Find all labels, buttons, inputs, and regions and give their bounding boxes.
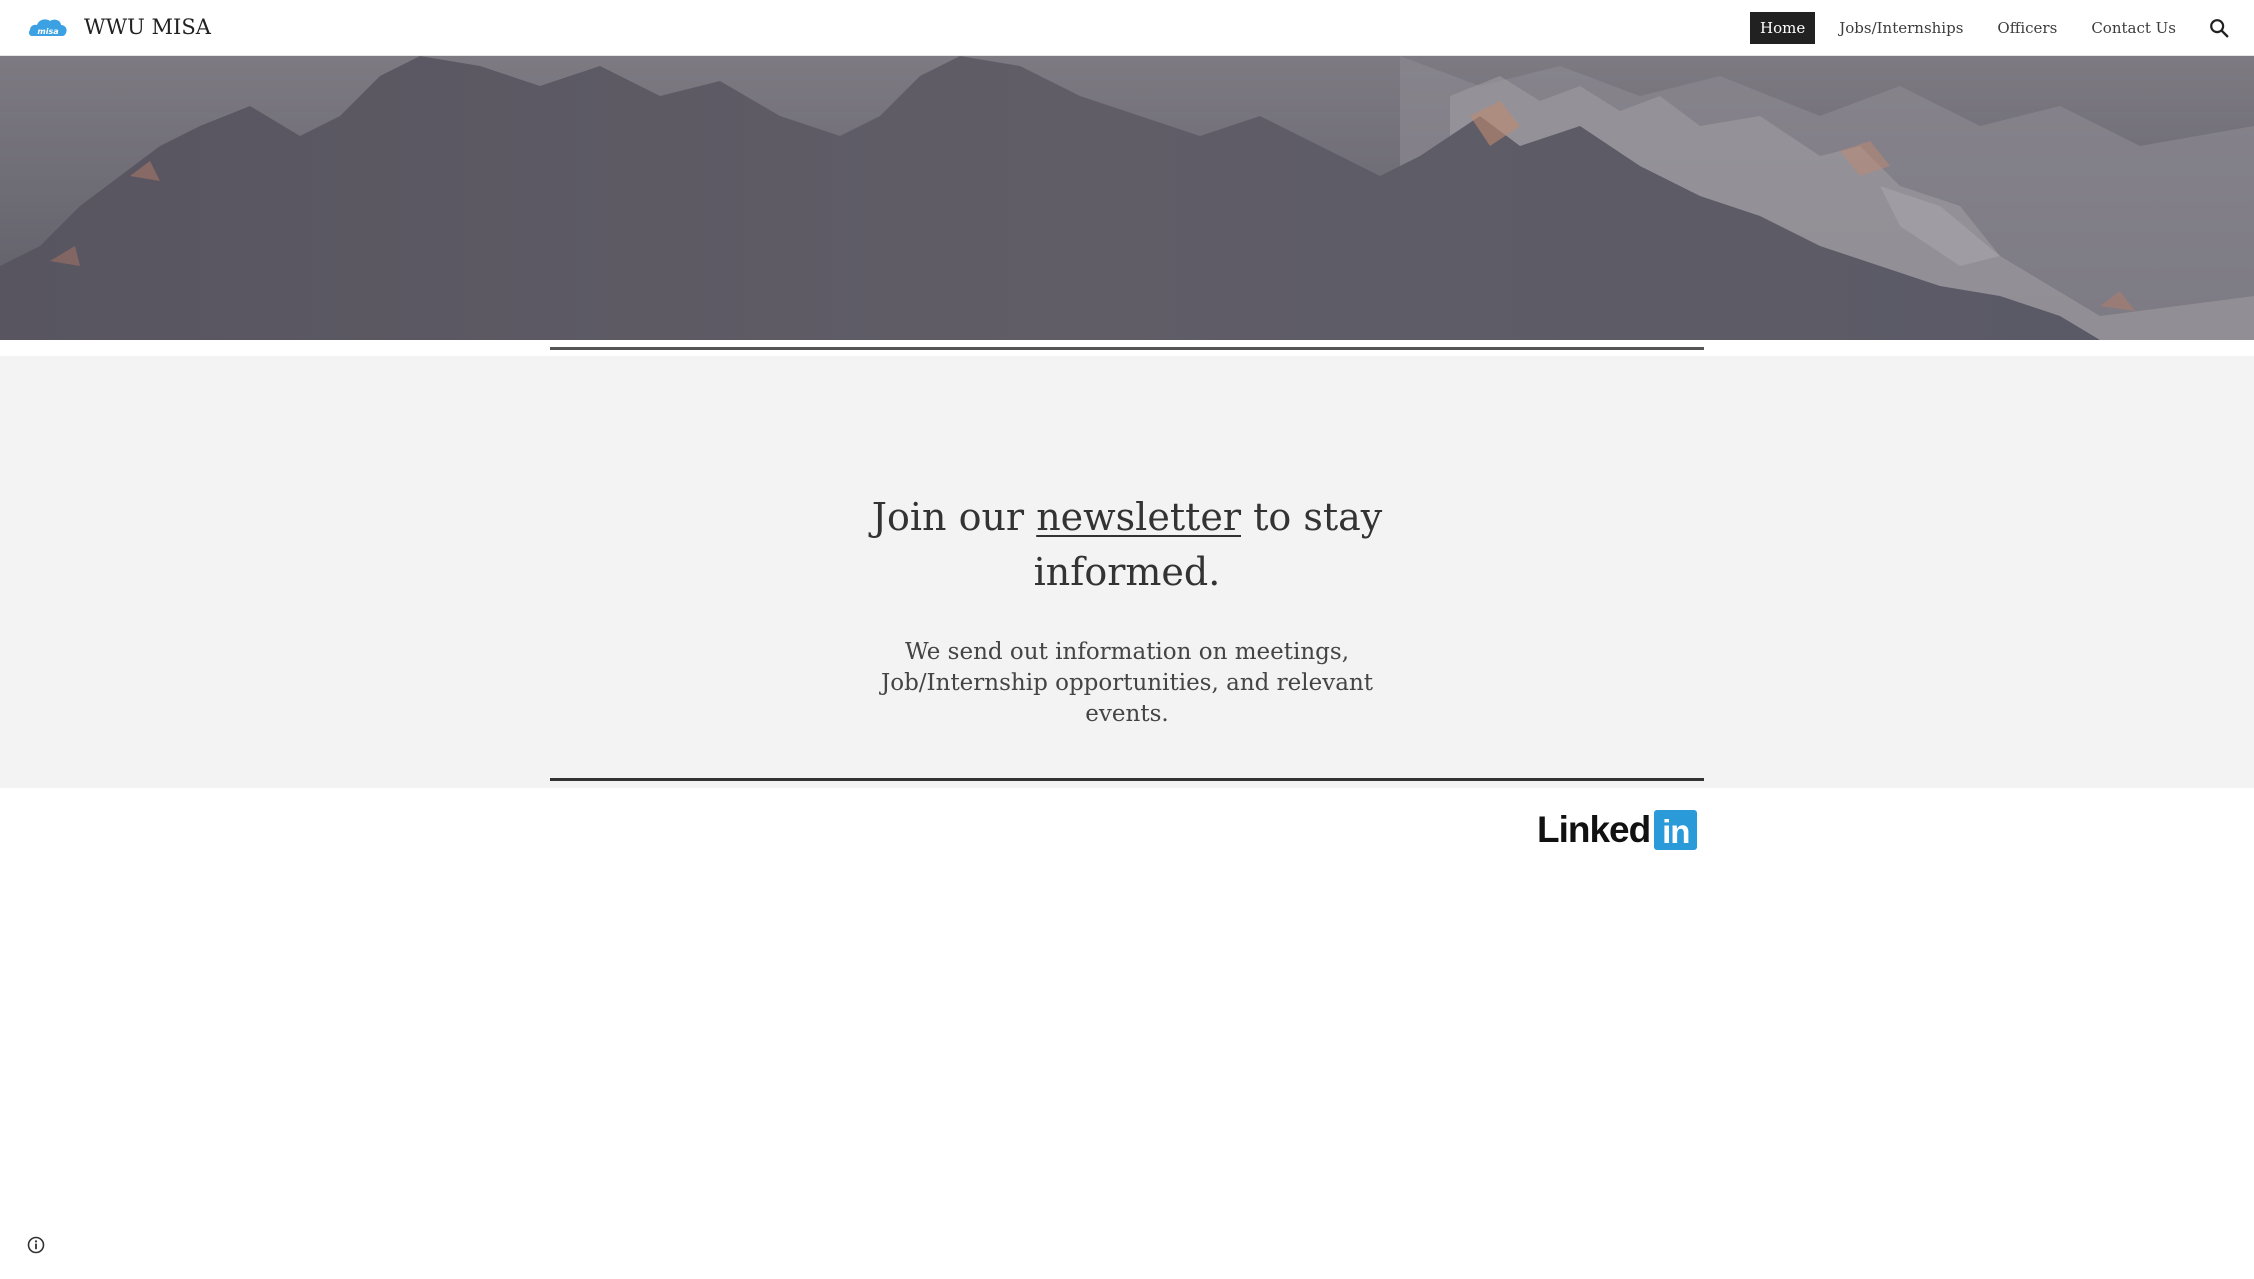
- info-icon[interactable]: [26, 1235, 46, 1255]
- main-nav: Home Jobs/Internships Officers Contact U…: [1750, 0, 2254, 56]
- logo-text: misa: [37, 27, 58, 36]
- search-icon[interactable]: [2208, 17, 2230, 39]
- site-title[interactable]: WWU MISA: [84, 12, 211, 42]
- headline-prefix: Join our: [871, 495, 1037, 539]
- newsletter-description: We send out information on meetings, Job…: [881, 639, 1373, 727]
- nav-item-officers[interactable]: Officers: [1987, 12, 2067, 44]
- hero-banner-image: [0, 56, 2254, 340]
- newsletter-link[interactable]: newsletter: [1036, 495, 1241, 539]
- newsletter-headline: Join our newsletter to stay informed.: [827, 490, 1427, 600]
- nav-item-jobs-internships[interactable]: Jobs/Internships: [1829, 12, 1973, 44]
- cloud-logo-icon[interactable]: misa: [28, 12, 68, 42]
- nav-item-contact-us[interactable]: Contact Us: [2081, 12, 2186, 44]
- nav-item-home[interactable]: Home: [1750, 12, 1816, 44]
- linkedin-wordmark: Linked: [1537, 809, 1651, 850]
- top-navigation-bar: misa WWU MISA Home Jobs/Internships Offi…: [0, 0, 2254, 56]
- linkedin-logo-link[interactable]: Linked in: [1537, 809, 1698, 850]
- linkedin-in-badge: in: [1654, 810, 1698, 850]
- divider-bottom: [550, 778, 1704, 781]
- divider-top: [550, 347, 1704, 350]
